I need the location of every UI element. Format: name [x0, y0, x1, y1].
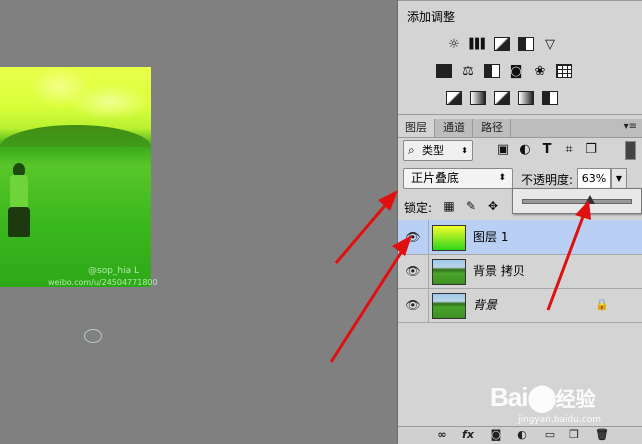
- eye-icon[interactable]: 👁: [398, 220, 429, 254]
- opacity-label: 不透明度:: [521, 173, 574, 187]
- layer-name: 背景: [473, 298, 498, 312]
- gradient-map-icon[interactable]: [517, 89, 535, 107]
- opacity-slider-track[interactable]: [522, 199, 632, 204]
- adjustments-row-1: ☼ ▌▌▌ ▽: [445, 35, 559, 53]
- mask-icon[interactable]: ◙: [488, 428, 504, 442]
- black-white-icon[interactable]: [483, 62, 501, 80]
- vibrance-icon[interactable]: ▽: [541, 35, 559, 53]
- trash-icon[interactable]: 🗑: [594, 428, 610, 442]
- person-body: [10, 175, 28, 209]
- link-icon[interactable]: ∞: [434, 428, 450, 442]
- canvas-watermark-url: weibo.com/u/24504771800: [48, 278, 158, 287]
- curves-icon[interactable]: [493, 35, 511, 53]
- canvas-watermark-handle: @sop_hia L: [88, 266, 140, 276]
- layer-thumbnail: [432, 293, 466, 319]
- exposure-icon[interactable]: [517, 35, 535, 53]
- layer-name: 图层 1: [473, 230, 509, 244]
- layer-thumbnail: [432, 259, 466, 285]
- adjustments-row-2: ⚖ ◙ ❀: [435, 62, 573, 80]
- invert-icon[interactable]: [445, 89, 463, 107]
- baidu-brand-text: Bai: [490, 382, 528, 412]
- layer-filter-value: 类型: [422, 144, 444, 157]
- layer-row-background[interactable]: 👁 背景 🔒: [398, 288, 642, 323]
- lock-transparency-icon[interactable]: ▦: [442, 199, 456, 213]
- person-legs: [8, 207, 30, 237]
- blend-mode-value: 正片叠底: [411, 171, 460, 185]
- levels-icon[interactable]: ▌▌▌: [469, 35, 488, 53]
- filter-toggle-switch[interactable]: [625, 141, 636, 160]
- layer-name: 背景 拷贝: [473, 264, 525, 278]
- adjustments-title: 添加调整: [407, 10, 456, 24]
- group-icon[interactable]: ▭: [542, 428, 558, 442]
- color-balance-icon[interactable]: ⚖: [459, 62, 477, 80]
- adjustments-row-3: [445, 89, 559, 107]
- adjustment-icon[interactable]: ◐: [514, 428, 530, 442]
- lock-label: 锁定:: [404, 201, 433, 215]
- layer-thumbnail: [432, 225, 466, 251]
- panel-top-divider: [398, 0, 642, 1]
- filter-shape-icon[interactable]: ⌗: [561, 142, 577, 158]
- opacity-slider-thumb[interactable]: [585, 195, 596, 204]
- tab-channels[interactable]: 通道: [436, 119, 473, 137]
- person-figure: [6, 163, 32, 241]
- selective-color-icon[interactable]: [541, 89, 559, 107]
- filter-adjustment-icon[interactable]: ◐: [517, 142, 533, 158]
- fx-icon[interactable]: fx: [460, 428, 476, 442]
- jingyan-brand-text: 经验: [555, 387, 596, 411]
- tab-layers[interactable]: 图层: [398, 119, 435, 137]
- updown-arrow-icon: ⬍: [461, 146, 468, 155]
- opacity-input[interactable]: 63%: [577, 168, 611, 189]
- lock-position-icon[interactable]: ✥: [486, 199, 500, 213]
- photo-filter-icon[interactable]: ◙: [507, 62, 525, 80]
- search-icon: ⌕: [408, 143, 415, 157]
- lock-icon: 🔒: [595, 298, 609, 311]
- filter-pixel-icon[interactable]: ▣: [495, 142, 511, 158]
- eye-icon[interactable]: 👁: [398, 254, 429, 288]
- opacity-slider-popup: [512, 188, 642, 214]
- right-panel: 添加调整 ☼ ▌▌▌ ▽ ⚖ ◙ ❀ 图层 通道 路径 ▾≡ ⌕ 类型 ⬍ ▣ …: [397, 0, 642, 444]
- posterize-icon[interactable]: [469, 89, 487, 107]
- weibo-logo-icon: [84, 329, 102, 343]
- brightness-icon[interactable]: ☼: [445, 35, 463, 53]
- opacity-dropdown-button[interactable]: ▼: [611, 168, 627, 189]
- blend-mode-select[interactable]: 正片叠底 ⬍: [403, 168, 513, 189]
- watermark-url: jingyan.baidu.com: [518, 415, 602, 425]
- tab-paths[interactable]: 路径: [474, 119, 511, 137]
- new-layer-icon[interactable]: ❐: [566, 428, 582, 442]
- layers-bottom-bar: ∞ fx ◙ ◐ ▭ ❐ 🗑: [398, 426, 642, 444]
- layer-list: 👁 图层 1 👁 背景 拷贝 👁 背景 🔒: [398, 220, 642, 323]
- lock-brush-icon[interactable]: ✎: [464, 199, 478, 213]
- canvas-image[interactable]: [0, 67, 151, 343]
- layer-filter-select[interactable]: ⌕ 类型 ⬍: [403, 140, 473, 161]
- tree-line: [0, 125, 151, 147]
- layer-row-layer1[interactable]: 👁 图层 1: [398, 220, 642, 255]
- panel-menu-icon[interactable]: ▾≡: [624, 121, 637, 132]
- filter-smart-object-icon[interactable]: ❐: [583, 142, 599, 158]
- filter-type-icon[interactable]: T: [539, 142, 555, 158]
- channel-mixer-icon[interactable]: ❀: [531, 62, 549, 80]
- layer-row-background-copy[interactable]: 👁 背景 拷贝: [398, 254, 642, 289]
- hue-saturation-icon[interactable]: [435, 62, 453, 80]
- layers-tab-bar: 图层 通道 路径 ▾≡: [398, 119, 642, 138]
- updown-arrow-icon: ⬍: [498, 173, 506, 183]
- baidu-jingyan-watermark: Bai⬤经验 jingyan.baidu.com: [490, 382, 601, 425]
- eye-icon[interactable]: 👁: [398, 288, 429, 322]
- threshold-icon[interactable]: [493, 89, 511, 107]
- panel-section-divider: [398, 114, 642, 115]
- arrow-to-blend-mode: [334, 190, 398, 264]
- paw-icon: ⬤: [527, 382, 556, 412]
- color-lookup-icon[interactable]: [555, 62, 573, 80]
